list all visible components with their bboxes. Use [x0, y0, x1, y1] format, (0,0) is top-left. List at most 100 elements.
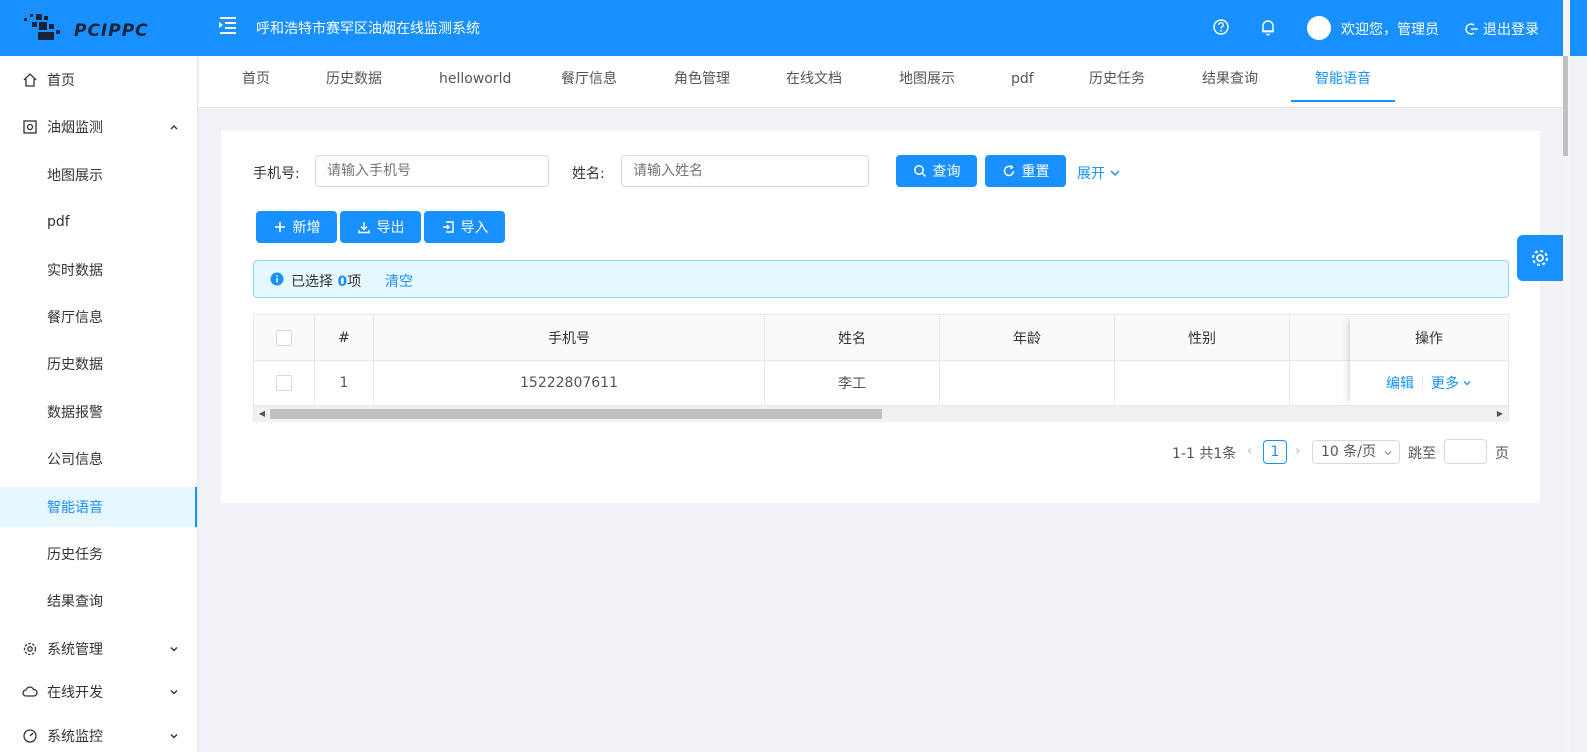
- select-all-checkbox[interactable]: [276, 329, 292, 346]
- page-suffix: 页: [1495, 446, 1509, 462]
- prev-page-icon[interactable]: ‹: [1247, 443, 1253, 459]
- edit-link[interactable]: 编辑: [1386, 373, 1414, 393]
- logout-label: 退出登录: [1483, 22, 1539, 38]
- sidebar-item-realtime[interactable]: 实时数据: [0, 250, 197, 290]
- sidebar-item-history[interactable]: 历史数据: [0, 344, 197, 384]
- selection-suffix: 项: [347, 274, 362, 290]
- tab-helloworld[interactable]: helloworld: [439, 56, 511, 102]
- export-button[interactable]: 导出: [340, 211, 421, 243]
- tab-result-query[interactable]: 结果查询: [1202, 56, 1258, 102]
- add-label: 新增: [292, 220, 321, 236]
- tab-roles[interactable]: 角色管理: [674, 56, 730, 102]
- column-header-actions: 操作: [1350, 315, 1508, 361]
- cell-phone: 15222807611: [374, 361, 765, 406]
- avatar[interactable]: [1307, 16, 1331, 40]
- tab-restaurant[interactable]: 餐厅信息: [561, 56, 617, 102]
- sidebar-item-oil-monitor[interactable]: 油烟监测: [0, 107, 197, 147]
- reset-label: 重置: [1021, 164, 1050, 180]
- chevron-up-icon: [170, 125, 178, 130]
- search-icon: [913, 165, 926, 178]
- cell-age: [940, 361, 1115, 406]
- sidebar-item-home[interactable]: 首页: [0, 60, 197, 100]
- next-page-icon[interactable]: ›: [1295, 443, 1301, 459]
- column-header-gender[interactable]: 性别: [1115, 315, 1290, 361]
- logout-icon: [1465, 23, 1478, 35]
- app-title: 呼和浩特市赛罕区油烟在线监测系统: [256, 21, 480, 37]
- app-header: PCIPPC 呼和浩特市赛罕区油烟在线监测系统 欢迎您，管理员 退出登录: [0, 0, 1587, 56]
- logout-button[interactable]: 退出登录: [1465, 19, 1539, 39]
- row-checkbox-cell: [254, 361, 315, 406]
- sidebar-item-sysmonitor[interactable]: 系统监控: [0, 716, 197, 752]
- tab-voice[interactable]: 智能语音: [1291, 56, 1395, 102]
- sidebar-item-label: 智能语音: [47, 500, 103, 516]
- page-scrollbar-thumb[interactable]: [1563, 56, 1568, 156]
- import-button[interactable]: 导入: [424, 211, 505, 243]
- table-scrollbar-thumb[interactable]: [270, 409, 882, 419]
- column-header-age[interactable]: 年龄: [940, 315, 1115, 361]
- add-button[interactable]: 新增: [256, 211, 337, 243]
- column-header-name[interactable]: 姓名: [765, 315, 940, 361]
- sidebar-item-system[interactable]: 系统管理: [0, 629, 197, 669]
- sidebar-item-label: 首页: [47, 73, 75, 89]
- more-dropdown[interactable]: 更多: [1431, 373, 1472, 393]
- chevron-down-icon: [1384, 451, 1392, 456]
- column-header-index: #: [315, 315, 374, 361]
- sidebar-item-pdf[interactable]: pdf: [0, 202, 197, 242]
- jump-page-input[interactable]: [1444, 439, 1487, 464]
- tab-home[interactable]: 首页: [242, 56, 270, 102]
- sidebar-item-label: 系统监控: [47, 729, 103, 745]
- sidebar-item-history-task[interactable]: 历史任务: [0, 534, 197, 574]
- page-size-select[interactable]: 10 条/页: [1312, 440, 1400, 464]
- sidebar-item-label: 实时数据: [47, 263, 103, 279]
- tab-bar: 首页 历史数据 helloworld 餐厅信息 角色管理 在线文档 地图展示 p…: [199, 56, 1563, 108]
- expand-toggle[interactable]: 展开: [1077, 163, 1121, 183]
- menu-fold-icon[interactable]: [216, 14, 238, 36]
- chevron-down-icon: [170, 647, 178, 652]
- sidebar-item-voice[interactable]: 智能语音: [0, 487, 197, 527]
- phone-label: 手机号:: [253, 166, 300, 182]
- clear-selection-link[interactable]: 清空: [385, 271, 413, 291]
- sidebar-item-company[interactable]: 公司信息: [0, 439, 197, 479]
- gear-icon: [23, 642, 37, 656]
- settings-float-button[interactable]: [1517, 235, 1563, 281]
- welcome-text[interactable]: 欢迎您，管理员: [1341, 19, 1439, 39]
- phone-input[interactable]: [315, 155, 549, 187]
- tab-map[interactable]: 地图展示: [899, 56, 955, 102]
- chevron-down-icon: [1110, 170, 1120, 177]
- name-input[interactable]: [621, 155, 869, 187]
- table-horizontal-scrollbar[interactable]: ◀ ▶: [254, 406, 1508, 422]
- sidebar-item-restaurant[interactable]: 餐厅信息: [0, 297, 197, 337]
- sidebar-item-dev[interactable]: 在线开发: [0, 672, 197, 712]
- cell-name: 李工: [765, 361, 940, 406]
- sidebar-item-label: 结果查询: [47, 594, 103, 610]
- tab-history-data[interactable]: 历史数据: [326, 56, 382, 102]
- tab-docs[interactable]: 在线文档: [786, 56, 842, 102]
- tab-pdf[interactable]: pdf: [1011, 56, 1034, 102]
- bell-icon[interactable]: [1259, 18, 1277, 36]
- sidebar-item-result-query[interactable]: 结果查询: [0, 581, 197, 621]
- sidebar-item-label: 在线开发: [47, 685, 103, 701]
- query-button[interactable]: 查询: [896, 155, 977, 187]
- query-label: 查询: [932, 164, 961, 180]
- fixed-actions-column: 操作 编辑 更多: [1350, 315, 1508, 406]
- export-label: 导出: [376, 220, 405, 236]
- sidebar: 首页 油烟监测 地图展示 pdf 实时数据 餐厅信息 历史数据 数据报警 公司信…: [0, 56, 198, 752]
- selection-text: 已选择 0项: [291, 271, 361, 291]
- import-icon: [442, 221, 454, 233]
- page-number-current[interactable]: 1: [1263, 440, 1287, 464]
- sidebar-item-alarm[interactable]: 数据报警: [0, 392, 197, 432]
- scroll-right-arrow[interactable]: ▶: [1495, 409, 1505, 419]
- help-icon[interactable]: [1212, 18, 1230, 36]
- logo: PCIPPC: [22, 12, 152, 46]
- reload-icon: [1003, 164, 1014, 177]
- chevron-down-icon: [1463, 381, 1471, 386]
- sidebar-item-map[interactable]: 地图展示: [0, 155, 197, 195]
- column-header-phone[interactable]: 手机号: [374, 315, 765, 361]
- row-checkbox[interactable]: [276, 375, 292, 391]
- import-label: 导入: [460, 220, 489, 236]
- home-icon: [23, 73, 37, 87]
- sidebar-item-label: 餐厅信息: [47, 310, 103, 326]
- scroll-left-arrow[interactable]: ◀: [257, 409, 267, 419]
- tab-history-task[interactable]: 历史任务: [1089, 56, 1145, 102]
- reset-button[interactable]: 重置: [985, 155, 1066, 187]
